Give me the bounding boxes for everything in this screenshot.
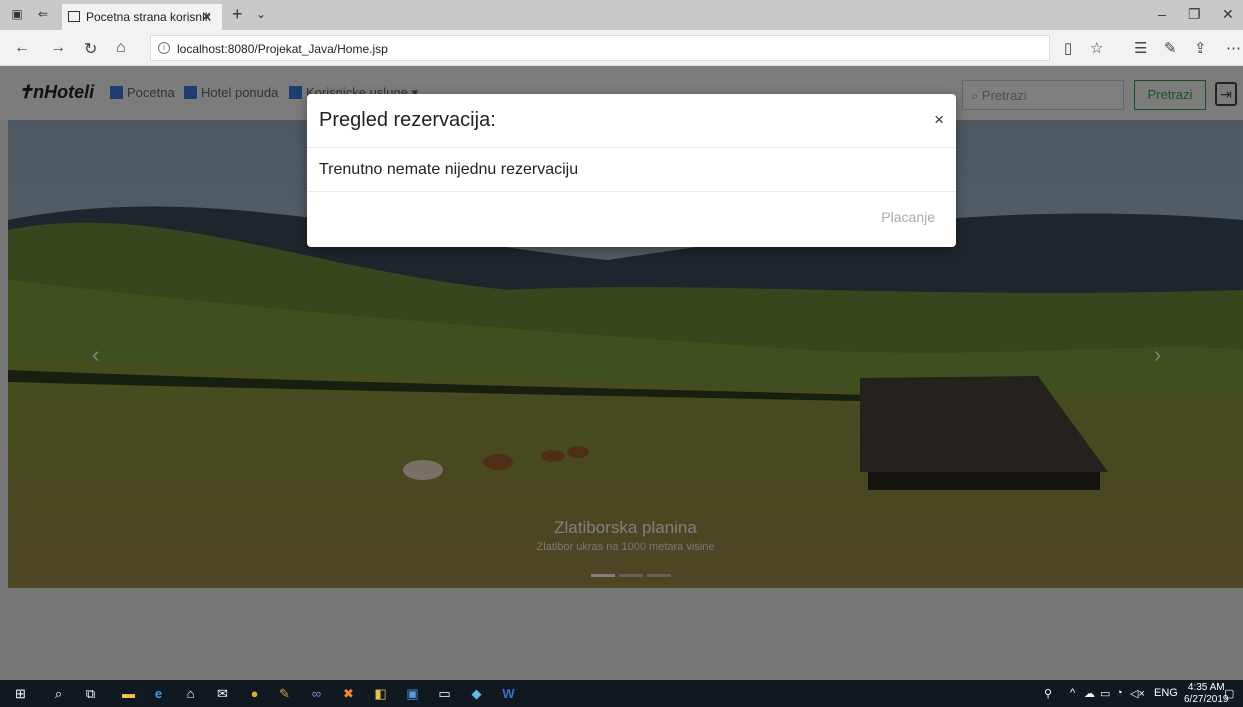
wifi-icon[interactable]: ◔ — [1116, 687, 1123, 699]
clock-date: 6/27/2019 — [1184, 694, 1229, 705]
back-icon[interactable]: ← — [14, 39, 30, 57]
new-tab-icon[interactable]: + — [232, 4, 243, 25]
more-icon[interactable]: ⋯ — [1226, 39, 1241, 57]
tab-title: Pocetna strana korisnik — [86, 10, 211, 24]
modal-header: Pregled rezervacija: × — [307, 94, 956, 148]
visual-studio-icon[interactable]: ∞ — [308, 685, 325, 702]
chrome-icon[interactable]: ● — [246, 685, 263, 702]
screen: ▣ ⇐ Pocetna strana korisnik ✕ + ⌄ – ❐ ✕ … — [0, 0, 1243, 707]
language-indicator[interactable]: ENG — [1154, 687, 1178, 699]
modal-body: Trenutno nemate nijednu rezervaciju — [307, 148, 956, 192]
modal-footer: Placanje — [307, 192, 956, 246]
search-icon[interactable]: ⌕ — [50, 685, 67, 702]
info-icon[interactable]: i — [158, 42, 170, 54]
tray-chevron-icon[interactable]: ^ — [1070, 687, 1075, 699]
battery-icon[interactable]: ▭ — [1100, 687, 1110, 700]
forward-icon[interactable]: → — [50, 39, 66, 57]
reservations-modal: Pregled rezervacija: × Trenutno nemate n… — [307, 94, 956, 247]
volume-icon[interactable]: ◁× — [1130, 687, 1145, 700]
app-icon[interactable]: ✎ — [276, 685, 293, 702]
close-icon[interactable]: × — [934, 110, 944, 130]
windows-start-icon[interactable]: ⊞ — [12, 685, 29, 702]
favorite-star-icon[interactable]: ☆ — [1090, 39, 1103, 57]
tab-preview-icon[interactable]: ▣ — [10, 7, 24, 21]
store-icon[interactable]: ⌂ — [182, 685, 199, 702]
terminal-icon[interactable]: ▭ — [436, 685, 453, 702]
share-icon[interactable]: ⇪ — [1194, 39, 1207, 57]
task-view-icon[interactable]: ⧉ — [82, 685, 99, 702]
url-text: localhost:8080/Projekat_Java/Home.jsp — [177, 42, 388, 56]
refresh-icon[interactable]: ↻ — [84, 39, 97, 59]
chevron-down-icon[interactable]: ⌄ — [256, 7, 266, 21]
edge-icon[interactable]: e — [150, 685, 167, 702]
no-reservations-message: Trenutno nemate nijednu rezervaciju — [319, 161, 579, 178]
set-aside-tabs-icon[interactable]: ⇐ — [36, 7, 50, 21]
favorites-hub-icon[interactable]: ☰ — [1134, 39, 1147, 57]
address-bar[interactable]: i localhost:8080/Projekat_Java/Home.jsp — [150, 35, 1050, 61]
vs-code-icon[interactable]: ▣ — [404, 685, 421, 702]
people-icon[interactable]: ⚲ — [1044, 687, 1052, 700]
browser-tab-bar: ▣ ⇐ Pocetna strana korisnik ✕ + ⌄ – ❐ ✕ — [0, 0, 1243, 30]
browser-tab[interactable]: Pocetna strana korisnik ✕ — [62, 4, 222, 30]
xampp-icon[interactable]: ✖ — [340, 685, 357, 702]
app-icon[interactable]: ◧ — [372, 685, 389, 702]
maximize-icon[interactable]: ❐ — [1188, 6, 1201, 23]
web-note-icon[interactable]: ✎ — [1164, 39, 1177, 57]
tab-close-icon[interactable]: ✕ — [201, 9, 212, 25]
clock-time: 4:35 AM — [1187, 682, 1225, 693]
minimize-icon[interactable]: – — [1158, 6, 1166, 22]
payment-button[interactable]: Placanje — [881, 209, 935, 225]
mail-icon[interactable]: ✉ — [214, 685, 231, 702]
reading-view-icon[interactable]: ▯ — [1064, 39, 1072, 57]
clock[interactable]: 4:35 AM 6/27/2019 — [1184, 682, 1229, 706]
browser-toolbar: ← → ↻ ⌂ i localhost:8080/Projekat_Java/H… — [0, 30, 1243, 66]
taskbar: ⊞ ⌕ ⧉ ▬ e ⌂ ✉ ● ✎ ∞ ✖ ◧ ▣ ▭ ◆ W ⚲ ^ ☁ ▭ … — [0, 680, 1243, 707]
app-icon[interactable]: ◆ — [468, 685, 485, 702]
notifications-icon[interactable]: ▢ — [1224, 687, 1234, 700]
home-icon[interactable]: ⌂ — [116, 39, 126, 57]
page-icon — [68, 11, 80, 22]
close-window-icon[interactable]: ✕ — [1222, 6, 1234, 23]
file-explorer-icon[interactable]: ▬ — [120, 685, 137, 702]
modal-title: Pregled rezervacija: — [319, 109, 496, 131]
word-icon[interactable]: W — [500, 685, 517, 702]
cloud-icon[interactable]: ☁ — [1084, 687, 1095, 700]
